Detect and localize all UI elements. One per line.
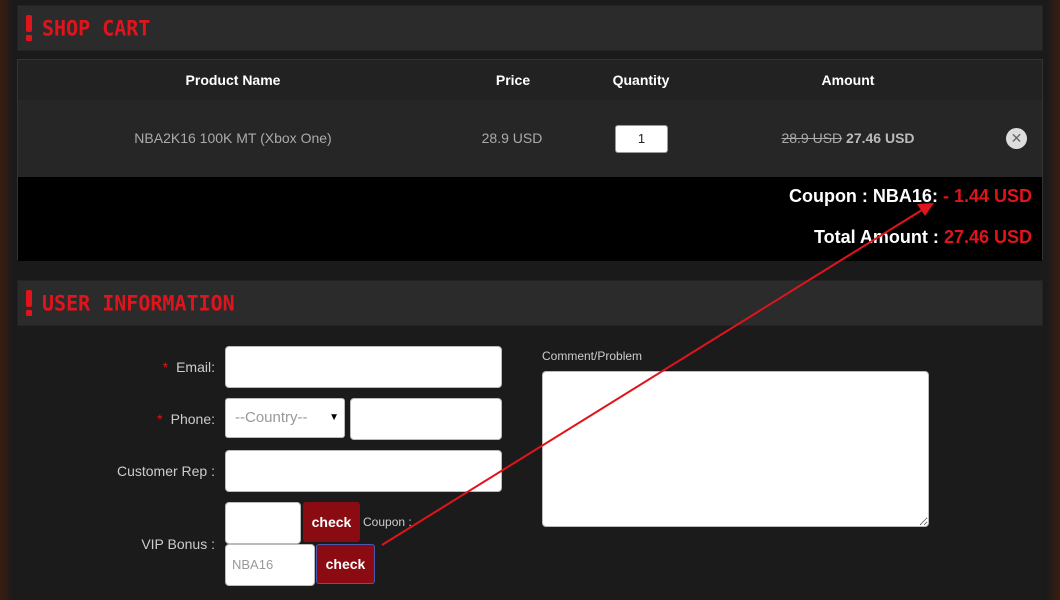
- total-amount-label: Total Amount :: [813, 227, 939, 247]
- comment-textarea[interactable]: [542, 371, 929, 527]
- remove-item-icon[interactable]: ✕: [1006, 128, 1027, 149]
- customer-rep-field[interactable]: [225, 450, 502, 492]
- user-information-header: USER INFORMATION: [17, 280, 1043, 326]
- coupon-total-label: Coupon : NBA16:: [788, 186, 938, 206]
- dropdown-arrow-icon: ▼: [329, 412, 339, 423]
- product-price: 28.9 USD: [481, 130, 543, 146]
- vip-bonus-label: VIP Bonus :: [141, 536, 215, 552]
- shop-cart-title: SHOP CART: [42, 15, 151, 41]
- required-mark: *: [157, 411, 163, 427]
- phone-label: * Phone:: [100, 411, 215, 427]
- header-amount: Amount: [821, 72, 875, 88]
- vip-check-button[interactable]: check: [303, 502, 360, 542]
- coupon-field-label: Coupon :: [363, 515, 412, 529]
- shop-cart-header: SHOP CART: [17, 5, 1043, 51]
- table-row: NBA2K16 100K MT (Xbox One) 28.9 USD 1 28…: [18, 100, 1042, 177]
- amount-original: 28.9 USD: [781, 130, 843, 146]
- vip-bonus-field[interactable]: [225, 502, 301, 544]
- header-price: Price: [495, 72, 531, 88]
- total-line: Total Amount : 27.46 USD: [814, 227, 1032, 248]
- header-quantity: Quantity: [612, 72, 670, 88]
- phone-label-text: Phone:: [170, 411, 215, 427]
- coupon-line: Coupon : NBA16: - 1.44 USD: [789, 186, 1032, 207]
- customer-rep-label: Customer Rep :: [116, 463, 215, 479]
- coupon-check-button[interactable]: check: [316, 544, 375, 584]
- total-amount-value: 27.46 USD: [943, 227, 1032, 247]
- product-name: NBA2K16 100K MT (Xbox One): [134, 130, 332, 146]
- coupon-discount-value: - 1.44 USD: [942, 186, 1032, 206]
- quantity-input[interactable]: 1: [615, 125, 668, 153]
- header-product-name: Product Name: [185, 72, 281, 88]
- amount-cell: 28.9 USD 27.46 USD: [781, 100, 914, 177]
- required-mark: *: [162, 359, 169, 375]
- exclamation-icon: [26, 290, 32, 316]
- coupon-field[interactable]: NBA16: [225, 544, 315, 586]
- country-select[interactable]: --Country-- ▼: [225, 398, 345, 438]
- amount-final: 27.46 USD: [846, 130, 915, 146]
- totals-panel: Coupon : NBA16: - 1.44 USD Total Amount …: [18, 177, 1042, 261]
- email-label: * Email:: [100, 359, 215, 375]
- exclamation-icon: [26, 15, 32, 41]
- phone-field[interactable]: [350, 398, 502, 440]
- user-information-title: USER INFORMATION: [42, 290, 235, 316]
- country-select-value: --Country--: [235, 409, 308, 426]
- email-label-text: Email:: [176, 359, 215, 375]
- comment-label: Comment/Problem: [542, 349, 643, 363]
- cart-table-header: Product Name Price Quantity Amount: [18, 60, 1042, 100]
- email-field[interactable]: [225, 346, 502, 388]
- cart-table: Product Name Price Quantity Amount NBA2K…: [17, 59, 1043, 261]
